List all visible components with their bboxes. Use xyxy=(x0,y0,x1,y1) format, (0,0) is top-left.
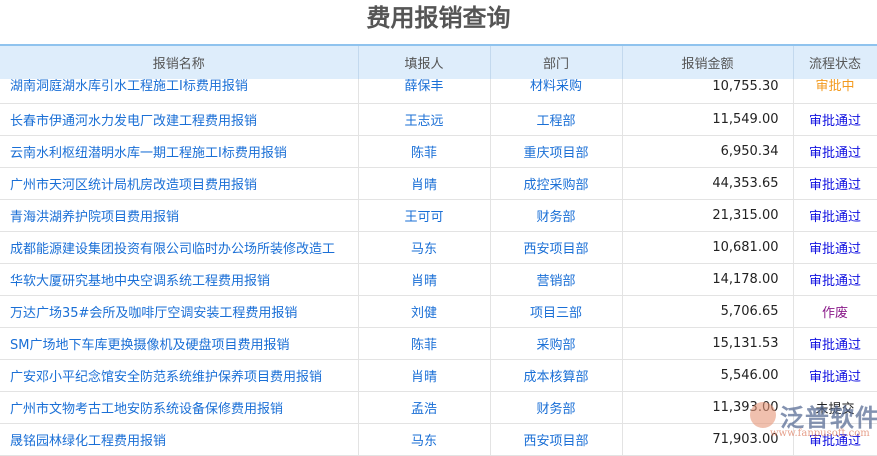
department-cell: 西安项目部 xyxy=(490,231,623,264)
table-row[interactable]: 晟铭园林绿化工程费用报销 马东 西安项目部 71,903.00 审批通过 xyxy=(0,423,877,456)
table-header: 报销名称 填报人 部门 报销金额 流程状态 xyxy=(0,44,877,79)
status-cell: 审批通过 xyxy=(793,359,877,392)
amount-cell: 5,546.00 xyxy=(622,359,794,392)
reporter-cell: 肖晴 xyxy=(358,167,491,200)
department-cell: 重庆项目部 xyxy=(490,135,623,168)
amount-cell: 11,393.00 xyxy=(622,391,794,424)
column-header[interactable]: 部门 xyxy=(490,44,623,79)
reporter-cell: 肖晴 xyxy=(358,359,491,392)
table-row[interactable]: 青海洪湖养护院项目费用报销 王可可 财务部 21,315.00 审批通过 xyxy=(0,199,877,232)
expense-name-cell[interactable]: 广安邓小平纪念馆安全防范系统维护保养项目费用报销 xyxy=(0,359,359,392)
table-row[interactable]: 湖南洞庭湖水库引水工程施工I标费用报销 薛保丰 材料采购 10,755.30 审批中 xyxy=(0,79,877,104)
department-cell: 成本核算部 xyxy=(490,359,623,392)
expense-name-cell[interactable]: 成都能源建设集团投资有限公司临时办公场所装修改造工 xyxy=(0,231,359,264)
reporter-cell: 陈菲 xyxy=(358,327,491,360)
reporter-cell: 孟浩 xyxy=(358,391,491,424)
table-row[interactable]: 云南水利枢纽潜明水库一期工程施工I标费用报销 陈菲 重庆项目部 6,950.34 审批通… xyxy=(0,135,877,168)
amount-cell: 44,353.65 xyxy=(622,167,794,200)
status-cell: 未提交 xyxy=(793,391,877,424)
status-cell: 审批通过 xyxy=(793,263,877,296)
table-row[interactable]: 长春市伊通河水力发电厂改建工程费用报销 王志远 工程部 11,549.00 审批通过 xyxy=(0,103,877,136)
expense-name-cell[interactable]: 广州市文物考古工地安防系统设备保修费用报销 xyxy=(0,391,359,424)
status-cell: 审批中 xyxy=(793,79,877,104)
expense-name-cell[interactable]: 湖南洞庭湖水库引水工程施工I标费用报销 xyxy=(0,79,359,104)
expense-name-cell[interactable]: 云南水利枢纽潜明水库一期工程施工I标费用报销 xyxy=(0,135,359,168)
status-cell: 审批通过 xyxy=(793,167,877,200)
table-row[interactable]: 广安邓小平纪念馆安全防范系统维护保养项目费用报销 肖晴 成本核算部 5,546.00 审… xyxy=(0,359,877,392)
table-row[interactable]: SM广场地下车库更换摄像机及硬盘项目费用报销 陈菲 采购部 15,131.53 审批通过 xyxy=(0,327,877,360)
amount-cell: 15,131.53 xyxy=(622,327,794,360)
expense-table: 报销名称 填报人 部门 报销金额 流程状态 湖南洞庭湖水库引水工程施工I标费用报销 薛保丰… xyxy=(0,44,877,456)
amount-cell: 5,706.65 xyxy=(622,295,794,328)
reporter-cell: 刘健 xyxy=(358,295,491,328)
expense-name-cell[interactable]: 广州市天河区统计局机房改造项目费用报销 xyxy=(0,167,359,200)
reporter-cell: 王可可 xyxy=(358,199,491,232)
expense-name-cell[interactable]: 青海洪湖养护院项目费用报销 xyxy=(0,199,359,232)
amount-cell: 10,681.00 xyxy=(622,231,794,264)
department-cell: 财务部 xyxy=(490,391,623,424)
amount-cell: 14,178.00 xyxy=(622,263,794,296)
status-cell: 审批通过 xyxy=(793,135,877,168)
status-cell: 审批通过 xyxy=(793,103,877,136)
status-cell: 审批通过 xyxy=(793,199,877,232)
department-cell: 财务部 xyxy=(490,199,623,232)
status-cell: 审批通过 xyxy=(793,231,877,264)
column-header[interactable]: 报销金额 xyxy=(622,44,794,79)
department-cell: 项目三部 xyxy=(490,295,623,328)
reporter-cell: 王志远 xyxy=(358,103,491,136)
amount-cell: 11,549.00 xyxy=(622,103,794,136)
amount-cell: 10,755.30 xyxy=(622,79,794,104)
table-row[interactable]: 广州市文物考古工地安防系统设备保修费用报销 孟浩 财务部 11,393.00 未提交 xyxy=(0,391,877,424)
department-cell: 采购部 xyxy=(490,327,623,360)
department-cell: 成控采购部 xyxy=(490,167,623,200)
amount-cell: 71,903.00 xyxy=(622,423,794,456)
expense-name-cell[interactable]: 长春市伊通河水力发电厂改建工程费用报销 xyxy=(0,103,359,136)
reporter-cell: 肖晴 xyxy=(358,263,491,296)
department-cell: 材料采购 xyxy=(490,79,623,104)
column-header[interactable]: 流程状态 xyxy=(793,44,877,79)
table-row[interactable]: 华软大厦研究基地中央空调系统工程费用报销 肖晴 营销部 14,178.00 审批通过 xyxy=(0,263,877,296)
reporter-cell: 薛保丰 xyxy=(358,79,491,104)
page-title: 费用报销查询 xyxy=(366,4,511,32)
department-cell: 营销部 xyxy=(490,263,623,296)
reporter-cell: 陈菲 xyxy=(358,135,491,168)
column-header[interactable]: 填报人 xyxy=(358,44,491,79)
department-cell: 西安项目部 xyxy=(490,423,623,456)
amount-cell: 21,315.00 xyxy=(622,199,794,232)
reporter-cell: 马东 xyxy=(358,231,491,264)
status-cell: 作废 xyxy=(793,295,877,328)
expense-name-cell[interactable]: SM广场地下车库更换摄像机及硬盘项目费用报销 xyxy=(0,327,359,360)
table-row[interactable]: 成都能源建设集团投资有限公司临时办公场所装修改造工 马东 西安项目部 10,681.0… xyxy=(0,231,877,264)
status-cell: 审批通过 xyxy=(793,327,877,360)
expense-name-cell[interactable]: 万达广场35#会所及咖啡厅空调安装工程费用报销 xyxy=(0,295,359,328)
expense-name-cell[interactable]: 晟铭园林绿化工程费用报销 xyxy=(0,423,359,456)
expense-name-cell[interactable]: 华软大厦研究基地中央空调系统工程费用报销 xyxy=(0,263,359,296)
status-cell: 审批通过 xyxy=(793,423,877,456)
amount-cell: 6,950.34 xyxy=(622,135,794,168)
department-cell: 工程部 xyxy=(490,103,623,136)
reporter-cell: 马东 xyxy=(358,423,491,456)
table-row[interactable]: 广州市天河区统计局机房改造项目费用报销 肖晴 成控采购部 44,353.65 审批通过 xyxy=(0,167,877,200)
table-row[interactable]: 万达广场35#会所及咖啡厅空调安装工程费用报销 刘健 项目三部 5,706.65 作废 xyxy=(0,295,877,328)
column-header[interactable]: 报销名称 xyxy=(0,44,359,79)
